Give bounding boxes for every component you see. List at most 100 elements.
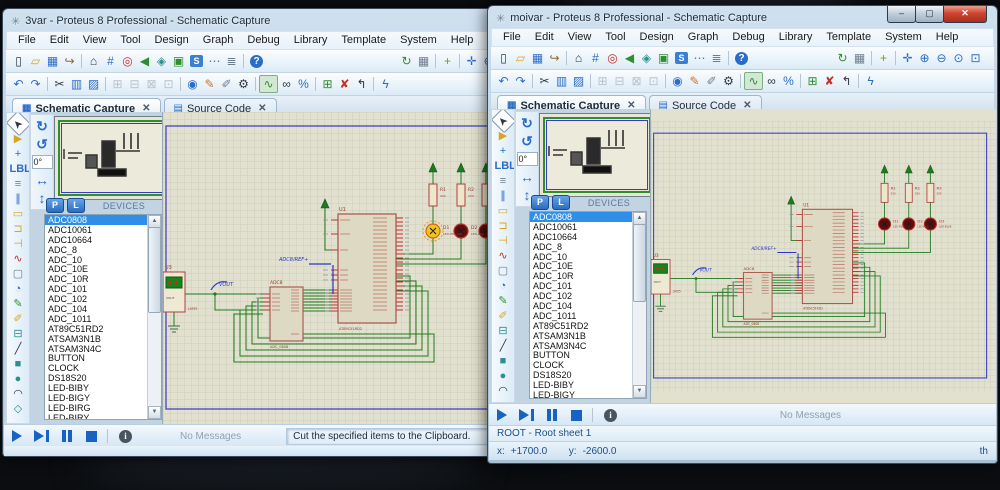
- playback-icon[interactable]: ◀: [136, 53, 153, 69]
- menu-item[interactable]: Debug: [725, 30, 771, 45]
- generator-mode-icon[interactable]: ◔: [495, 279, 512, 294]
- menu-item[interactable]: Library: [287, 33, 335, 48]
- new-project-icon[interactable]: ▯: [495, 50, 512, 66]
- undo-icon[interactable]: ↶: [495, 73, 512, 89]
- menu-item[interactable]: Library: [772, 30, 820, 45]
- device-list-item[interactable]: AT89C51RD2: [530, 321, 646, 331]
- path-2d-icon[interactable]: ◇: [10, 402, 27, 417]
- zoom-in-icon[interactable]: ⊕: [916, 50, 933, 66]
- rotate-cw-icon[interactable]: ↻: [519, 114, 536, 132]
- origin-icon[interactable]: +: [875, 50, 892, 66]
- circle-2d-icon[interactable]: ●: [10, 372, 27, 387]
- import-project-icon[interactable]: ↪: [546, 50, 563, 66]
- device-list-item[interactable]: ADC_10E: [45, 264, 161, 274]
- device-list-item[interactable]: LED-BIGY: [45, 393, 161, 403]
- property-assignment-icon[interactable]: %: [295, 76, 312, 92]
- message-info-icon[interactable]: i: [119, 430, 132, 443]
- measure-icon[interactable]: ⋯: [691, 50, 708, 66]
- menu-item[interactable]: Template: [819, 30, 878, 45]
- copy-icon[interactable]: ▥: [553, 73, 570, 89]
- configure-icon[interactable]: ✐: [218, 76, 235, 92]
- device-list-item[interactable]: LED-BIRG: [45, 403, 161, 413]
- minimize-button[interactable]: –: [887, 6, 916, 23]
- redo-icon[interactable]: ↷: [512, 73, 529, 89]
- proteus-window-3var[interactable]: ✳ 3var - Proteus 8 Professional - Schema…: [2, 8, 562, 457]
- device-list-item[interactable]: ADC_101: [530, 281, 646, 291]
- device-list-item[interactable]: CLOCK: [45, 363, 161, 373]
- box-2d-icon[interactable]: ■: [495, 354, 512, 369]
- device-list-item[interactable]: ADC_1011: [530, 311, 646, 321]
- block-move-icon[interactable]: ⊟: [126, 76, 143, 92]
- device-list-item[interactable]: ADC_10E: [530, 261, 646, 271]
- redo-icon[interactable]: ↷: [27, 76, 44, 92]
- schematic-overview[interactable]: [539, 113, 655, 197]
- grid-toggle-icon[interactable]: ▦: [851, 50, 868, 66]
- menu-item[interactable]: Edit: [528, 30, 561, 45]
- terminal-mode-icon[interactable]: ⊐: [10, 222, 27, 237]
- bus-mode-icon[interactable]: ∥: [10, 192, 27, 207]
- virtual-instrument-mode-icon[interactable]: ⊟: [495, 324, 512, 339]
- device-list-item[interactable]: ADC_101: [45, 284, 161, 294]
- play-button[interactable]: [4, 428, 29, 444]
- current-probe-mode-icon[interactable]: ✐: [495, 309, 512, 324]
- origin-icon[interactable]: +: [439, 53, 456, 69]
- device-list-item[interactable]: ADC_104: [45, 304, 161, 314]
- pause-button[interactable]: [539, 407, 564, 423]
- graph-mode-icon[interactable]: ∿: [495, 249, 512, 264]
- device-list-item[interactable]: CLOCK: [530, 360, 646, 370]
- device-list-scrollbar[interactable]: ▲ ▼: [147, 215, 161, 419]
- search-tag-icon[interactable]: ∞: [763, 73, 780, 89]
- device-list-item[interactable]: BUTTON: [530, 350, 646, 360]
- rotate-ccw-icon[interactable]: ↺: [519, 132, 536, 150]
- box-2d-icon[interactable]: ■: [10, 357, 27, 372]
- block-rotate-icon[interactable]: ⊠: [628, 73, 645, 89]
- rotation-angle-field[interactable]: 0°: [517, 152, 538, 166]
- report-icon[interactable]: ≣: [708, 50, 725, 66]
- paste-icon[interactable]: ▨: [570, 73, 587, 89]
- device-list-scrollbar[interactable]: ▲ ▼: [632, 212, 646, 398]
- schematic-capture-icon[interactable]: #: [587, 50, 604, 66]
- configure-icon[interactable]: ✐: [703, 73, 720, 89]
- device-list-item[interactable]: ADC_102: [45, 294, 161, 304]
- device-list-item[interactable]: ADC_10: [530, 252, 646, 262]
- device-list-item[interactable]: ADC_10R: [45, 274, 161, 284]
- graph-mode-icon[interactable]: ∿: [10, 252, 27, 267]
- menu-item[interactable]: System: [393, 33, 444, 48]
- device-list-item[interactable]: ADC10664: [45, 235, 161, 245]
- device-list-item[interactable]: ATSAM3N4C: [530, 341, 646, 351]
- wire-autorouter-icon[interactable]: ∿: [259, 75, 278, 93]
- device-list-item[interactable]: ADC10664: [530, 232, 646, 242]
- pcb-layout-icon[interactable]: ◎: [604, 50, 621, 66]
- home-page-icon[interactable]: ⌂: [85, 53, 102, 69]
- block-copy-icon[interactable]: ⊞: [109, 76, 126, 92]
- wire-autorouter-icon[interactable]: ∿: [744, 72, 763, 90]
- device-list-item[interactable]: LED-BIBY: [45, 383, 161, 393]
- menu-item[interactable]: Tool: [598, 30, 632, 45]
- block-rotate-icon[interactable]: ⊠: [143, 76, 160, 92]
- proteus-window-moivar[interactable]: ✳ moivar - Proteus 8 Professional - Sche…: [487, 5, 998, 464]
- device-list-item[interactable]: ADC0808: [530, 212, 646, 222]
- schematic-canvas[interactable]: U3 VOUT LM35 ADC8 ADC_0808 U1 AT89C51RD2: [650, 109, 996, 403]
- library-manager-button[interactable]: L: [552, 195, 570, 210]
- mirror-x-icon[interactable]: ↔: [519, 168, 536, 186]
- line-2d-icon[interactable]: ╱: [10, 342, 27, 357]
- schematic-capture-icon[interactable]: #: [102, 53, 119, 69]
- title-bar[interactable]: ✳ 3var - Proteus 8 Professional - Schema…: [3, 9, 561, 31]
- device-list-item[interactable]: ADC0808: [45, 215, 161, 225]
- new-project-icon[interactable]: ▯: [10, 53, 27, 69]
- scrollbar-thumb[interactable]: [148, 227, 161, 313]
- stop-button[interactable]: [79, 428, 104, 444]
- block-copy-icon[interactable]: ⊞: [594, 73, 611, 89]
- report-icon[interactable]: ≣: [223, 53, 240, 69]
- gerber-viewer-icon[interactable]: ◈: [153, 53, 170, 69]
- help-icon[interactable]: ?: [250, 55, 263, 68]
- property-assignment-icon[interactable]: %: [780, 73, 797, 89]
- device-list-item[interactable]: ADC_104: [530, 301, 646, 311]
- scroll-down-icon[interactable]: ▼: [633, 385, 646, 398]
- device-pin-mode-icon[interactable]: ⊣: [10, 237, 27, 252]
- device-list-item[interactable]: ADC_102: [530, 291, 646, 301]
- electrical-check-icon[interactable]: ϟ: [377, 76, 394, 92]
- menu-item[interactable]: File: [11, 33, 43, 48]
- pause-button[interactable]: [54, 428, 79, 444]
- block-move-icon[interactable]: ⊟: [611, 73, 628, 89]
